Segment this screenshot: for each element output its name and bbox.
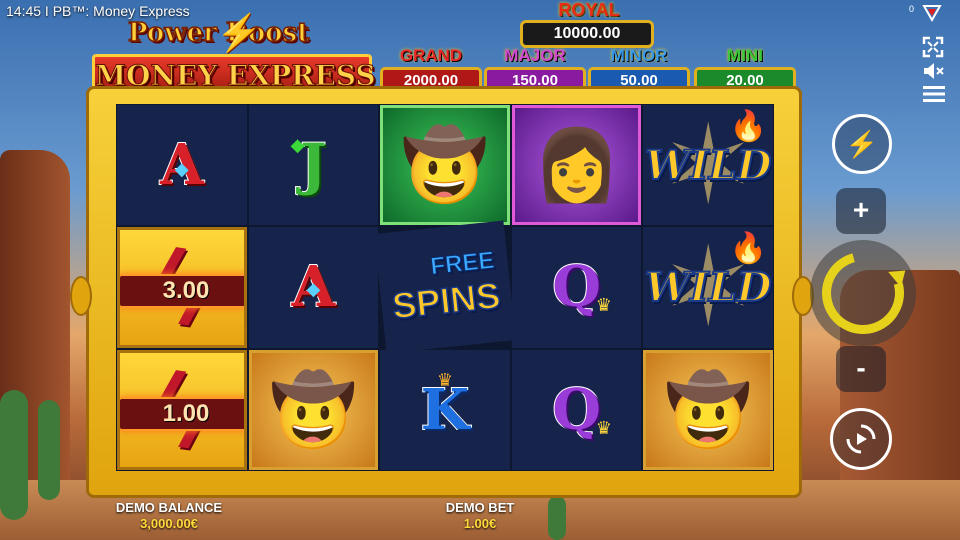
jackpot-royal-value: 10000.00 xyxy=(520,20,654,48)
symbol-wild: ✶ 🔥 WILD xyxy=(643,227,773,348)
mute-icon[interactable] xyxy=(922,61,946,81)
jackpot-grand-label: GRAND xyxy=(399,46,463,65)
crown-icon: ♛ xyxy=(595,295,612,316)
cowgirl-icon: 👩 xyxy=(533,126,621,205)
reel-grid: A ◆ ◆ J 🤠 👩 ✶ 🔥 WILD ϟ 3.00 A ◆ FREE SPI… xyxy=(116,104,774,471)
sheriff-icon: 🤠 xyxy=(664,370,752,449)
symbol-k: ♛ K xyxy=(380,349,510,470)
balance-label: DEMO BALANCE xyxy=(115,500,223,515)
cowgirl-portrait: 👩 xyxy=(511,105,642,226)
bet-increase-button[interactable]: + xyxy=(836,188,886,234)
corner-counter: 0 xyxy=(908,4,914,14)
bet-label: DEMO BET xyxy=(445,500,515,515)
sheriff-icon: 🤠 xyxy=(269,370,357,449)
symbol-q: Q ♛ xyxy=(511,349,642,470)
bet-value: 1.00€ xyxy=(463,516,497,531)
turbo-icon: ⚡ xyxy=(845,128,879,159)
crown-icon: ♛ xyxy=(436,369,454,390)
lightning-bolt-icon: ⚡ xyxy=(216,12,261,53)
cactus xyxy=(548,496,566,540)
flame-icon: 🔥 xyxy=(729,110,767,143)
fullscreen-icon[interactable] xyxy=(922,36,944,58)
sheriff-portrait: 🤠 xyxy=(643,349,773,470)
crown-icon: ♛ xyxy=(595,417,612,438)
symbol-sheriff: 🤠 xyxy=(248,349,379,470)
balance-value: 3,000.00€ xyxy=(140,516,198,531)
jackpot-major-label: MAJOR xyxy=(504,46,566,65)
outlaw-portrait: 🤠 xyxy=(380,105,510,226)
sheriff-portrait: 🤠 xyxy=(248,349,379,470)
multiplier-value: 1.00 xyxy=(119,396,244,431)
menu-icon[interactable] xyxy=(923,86,945,102)
spin-button[interactable] xyxy=(806,236,920,350)
cactus xyxy=(38,400,60,500)
status-bar-title: 14:45 I PB™: Money Express xyxy=(6,3,190,19)
symbol-q: Q ♛ xyxy=(511,227,642,348)
autoplay-icon xyxy=(846,424,876,454)
symbol-sheriff: 🤠 xyxy=(643,349,773,470)
symbol-power-boost: ϟ 3.00 xyxy=(117,227,247,348)
cactus xyxy=(0,390,28,520)
turbo-button[interactable]: ⚡ xyxy=(832,114,892,174)
multiplier-value: 3.00 xyxy=(119,274,244,309)
symbol-power-boost: ϟ 1.00 xyxy=(117,349,247,470)
provider-logo-icon xyxy=(922,5,942,22)
demo-bet: DEMO BET 1.00€ xyxy=(420,500,540,531)
diamond-icon: ◆ xyxy=(174,159,189,179)
jackpot-mini-label: MINI xyxy=(727,46,763,65)
flame-icon: 🔥 xyxy=(729,232,767,266)
symbol-free-spins: FREE SPINS xyxy=(374,220,516,355)
symbol-a: A ◆ xyxy=(117,105,247,226)
symbol-wild: ✶ 🔥 WILD xyxy=(643,105,773,226)
outlaw-icon: 🤠 xyxy=(401,126,489,205)
symbol-outlaw: 🤠 xyxy=(380,105,510,226)
symbol-cowgirl: 👩 xyxy=(511,105,642,226)
autoplay-button[interactable] xyxy=(830,408,892,470)
symbol-j: ◆ J xyxy=(248,105,379,226)
symbol-a: A ◆ xyxy=(248,227,379,348)
bet-decrease-button[interactable]: - xyxy=(836,346,886,392)
diamond-icon: ◆ xyxy=(306,279,321,300)
gem-icon: ◆ xyxy=(290,135,305,155)
frame-nub-left xyxy=(70,276,92,316)
jackpot-minor-label: MINOR xyxy=(610,46,668,65)
jackpot-royal-label: ROYAL xyxy=(558,0,620,20)
demo-balance: DEMO BALANCE 3,000.00€ xyxy=(94,500,244,531)
